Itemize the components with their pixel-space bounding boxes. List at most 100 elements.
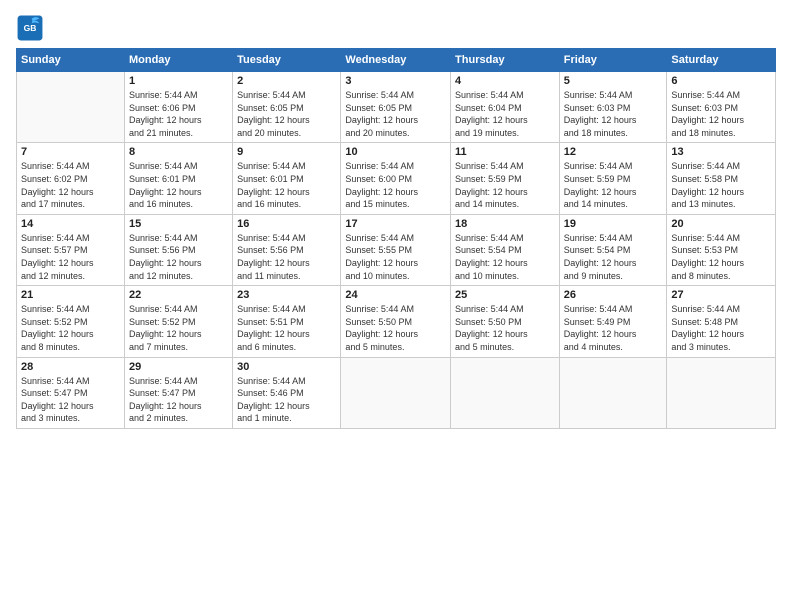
day-number: 2 [237, 75, 336, 87]
day-info: Sunrise: 5:44 AMSunset: 5:56 PMDaylight:… [129, 232, 228, 282]
calendar-cell: 22Sunrise: 5:44 AMSunset: 5:52 PMDayligh… [124, 286, 232, 357]
day-info: Sunrise: 5:44 AMSunset: 5:52 PMDaylight:… [21, 303, 120, 353]
calendar-week-4: 21 Sunrise: 5:44 AMSunset: 5:52 PMDayligh… [17, 286, 776, 357]
day-info: Sunrise: 5:44 AMSunset: 5:47 PMDaylight:… [21, 375, 120, 425]
day-number: 13 [671, 146, 771, 158]
calendar-cell: 15 Sunrise: 5:44 AMSunset: 5:56 PMDayligh… [124, 214, 232, 285]
day-number: 25 [455, 289, 555, 301]
day-info: Sunrise: 5:44 AMSunset: 6:00 PMDaylight:… [345, 160, 446, 210]
day-info: Sunrise: 5:44 AMSunset: 5:56 PMDaylight:… [237, 232, 336, 282]
day-info: Sunrise: 5:44 AMSunset: 6:01 PMDaylight:… [129, 160, 228, 210]
calendar-cell: 10 Sunrise: 5:44 AMSunset: 6:00 PMDayligh… [341, 143, 451, 214]
calendar-cell: 2 Sunrise: 5:44 AMSunset: 6:05 PMDaylight… [233, 72, 341, 143]
weekday-header-sunday: Sunday [17, 49, 125, 72]
day-info: Sunrise: 5:44 AMSunset: 5:58 PMDaylight:… [671, 160, 771, 210]
calendar-cell: 19 Sunrise: 5:44 AMSunset: 5:54 PMDayligh… [559, 214, 667, 285]
day-number: 6 [671, 75, 771, 87]
day-number: 3 [345, 75, 446, 87]
calendar-cell: 16 Sunrise: 5:44 AMSunset: 5:56 PMDayligh… [233, 214, 341, 285]
weekday-header-wednesday: Wednesday [341, 49, 451, 72]
day-number: 15 [129, 218, 228, 230]
calendar-cell: 23 Sunrise: 5:44 AMSunset: 5:51 PMDayligh… [233, 286, 341, 357]
logo: GB [16, 14, 48, 42]
day-number: 16 [237, 218, 336, 230]
calendar-cell: 11 Sunrise: 5:44 AMSunset: 5:59 PMDayligh… [451, 143, 560, 214]
calendar-cell [667, 357, 776, 428]
calendar-cell: 7 Sunrise: 5:44 AMSunset: 6:02 PMDaylight… [17, 143, 125, 214]
day-info: Sunrise: 5:44 AMSunset: 5:59 PMDaylight:… [455, 160, 555, 210]
day-number: 19 [564, 218, 663, 230]
calendar-cell: 18Sunrise: 5:44 AMSunset: 5:54 PMDayligh… [451, 214, 560, 285]
day-info: Sunrise: 5:44 AMSunset: 5:55 PMDaylight:… [345, 232, 446, 282]
calendar-header-row: SundayMondayTuesdayWednesdayThursdayFrid… [17, 49, 776, 72]
day-info: Sunrise: 5:44 AMSunset: 5:59 PMDaylight:… [564, 160, 663, 210]
calendar-week-2: 7 Sunrise: 5:44 AMSunset: 6:02 PMDaylight… [17, 143, 776, 214]
weekday-header-saturday: Saturday [667, 49, 776, 72]
day-info: Sunrise: 5:44 AMSunset: 6:05 PMDaylight:… [237, 89, 336, 139]
day-number: 21 [21, 289, 120, 301]
calendar-cell: 17 Sunrise: 5:44 AMSunset: 5:55 PMDayligh… [341, 214, 451, 285]
day-info: Sunrise: 5:44 AMSunset: 6:06 PMDaylight:… [129, 89, 228, 139]
day-number: 27 [671, 289, 771, 301]
day-info: Sunrise: 5:44 AMSunset: 5:53 PMDaylight:… [671, 232, 771, 282]
day-number: 20 [671, 218, 771, 230]
calendar-cell: 4 Sunrise: 5:44 AMSunset: 6:04 PMDaylight… [451, 72, 560, 143]
day-number: 7 [21, 146, 120, 158]
calendar-cell: 24 Sunrise: 5:44 AMSunset: 5:50 PMDayligh… [341, 286, 451, 357]
day-number: 4 [455, 75, 555, 87]
day-info: Sunrise: 5:44 AMSunset: 5:50 PMDaylight:… [455, 303, 555, 353]
weekday-header-monday: Monday [124, 49, 232, 72]
day-info: Sunrise: 5:44 AMSunset: 5:57 PMDaylight:… [21, 232, 120, 282]
day-info: Sunrise: 5:44 AMSunset: 6:02 PMDaylight:… [21, 160, 120, 210]
day-info: Sunrise: 5:44 AMSunset: 5:50 PMDaylight:… [345, 303, 446, 353]
calendar-cell: 28 Sunrise: 5:44 AMSunset: 5:47 PMDayligh… [17, 357, 125, 428]
calendar-cell: 3 Sunrise: 5:44 AMSunset: 6:05 PMDaylight… [341, 72, 451, 143]
day-number: 11 [455, 146, 555, 158]
day-info: Sunrise: 5:44 AMSunset: 6:03 PMDaylight:… [564, 89, 663, 139]
day-number: 24 [345, 289, 446, 301]
calendar-table: SundayMondayTuesdayWednesdayThursdayFrid… [16, 48, 776, 429]
day-info: Sunrise: 5:44 AMSunset: 6:01 PMDaylight:… [237, 160, 336, 210]
day-info: Sunrise: 5:44 AMSunset: 5:54 PMDaylight:… [564, 232, 663, 282]
day-number: 28 [21, 361, 120, 373]
day-number: 30 [237, 361, 336, 373]
day-number: 23 [237, 289, 336, 301]
svg-text:GB: GB [24, 23, 37, 33]
day-number: 5 [564, 75, 663, 87]
day-number: 12 [564, 146, 663, 158]
day-number: 1 [129, 75, 228, 87]
day-number: 14 [21, 218, 120, 230]
day-info: Sunrise: 5:44 AMSunset: 6:04 PMDaylight:… [455, 89, 555, 139]
day-info: Sunrise: 5:44 AMSunset: 5:54 PMDaylight:… [455, 232, 555, 282]
day-number: 9 [237, 146, 336, 158]
calendar-cell: 8Sunrise: 5:44 AMSunset: 6:01 PMDaylight… [124, 143, 232, 214]
weekday-header-friday: Friday [559, 49, 667, 72]
calendar-cell: 25 Sunrise: 5:44 AMSunset: 5:50 PMDayligh… [451, 286, 560, 357]
day-info: Sunrise: 5:44 AMSunset: 5:49 PMDaylight:… [564, 303, 663, 353]
day-number: 26 [564, 289, 663, 301]
calendar-cell: 12 Sunrise: 5:44 AMSunset: 5:59 PMDayligh… [559, 143, 667, 214]
day-info: Sunrise: 5:44 AMSunset: 5:48 PMDaylight:… [671, 303, 771, 353]
day-info: Sunrise: 5:44 AMSunset: 5:47 PMDaylight:… [129, 375, 228, 425]
weekday-header-tuesday: Tuesday [233, 49, 341, 72]
day-info: Sunrise: 5:44 AMSunset: 5:46 PMDaylight:… [237, 375, 336, 425]
calendar-cell [451, 357, 560, 428]
day-info: Sunrise: 5:44 AMSunset: 5:52 PMDaylight:… [129, 303, 228, 353]
calendar-cell: 13 Sunrise: 5:44 AMSunset: 5:58 PMDayligh… [667, 143, 776, 214]
day-info: Sunrise: 5:44 AMSunset: 6:03 PMDaylight:… [671, 89, 771, 139]
calendar-cell: 27 Sunrise: 5:44 AMSunset: 5:48 PMDayligh… [667, 286, 776, 357]
calendar-cell: 9 Sunrise: 5:44 AMSunset: 6:01 PMDaylight… [233, 143, 341, 214]
calendar-week-3: 14 Sunrise: 5:44 AMSunset: 5:57 PMDayligh… [17, 214, 776, 285]
logo-icon: GB [16, 14, 44, 42]
calendar-cell: 1 Sunrise: 5:44 AMSunset: 6:06 PMDaylight… [124, 72, 232, 143]
calendar-cell: 20 Sunrise: 5:44 AMSunset: 5:53 PMDayligh… [667, 214, 776, 285]
calendar-cell: 6 Sunrise: 5:44 AMSunset: 6:03 PMDaylight… [667, 72, 776, 143]
calendar-cell [341, 357, 451, 428]
day-number: 10 [345, 146, 446, 158]
calendar-cell: 26 Sunrise: 5:44 AMSunset: 5:49 PMDayligh… [559, 286, 667, 357]
calendar-cell [559, 357, 667, 428]
day-info: Sunrise: 5:44 AMSunset: 5:51 PMDaylight:… [237, 303, 336, 353]
calendar-cell: 21 Sunrise: 5:44 AMSunset: 5:52 PMDayligh… [17, 286, 125, 357]
day-number: 17 [345, 218, 446, 230]
day-info: Sunrise: 5:44 AMSunset: 6:05 PMDaylight:… [345, 89, 446, 139]
